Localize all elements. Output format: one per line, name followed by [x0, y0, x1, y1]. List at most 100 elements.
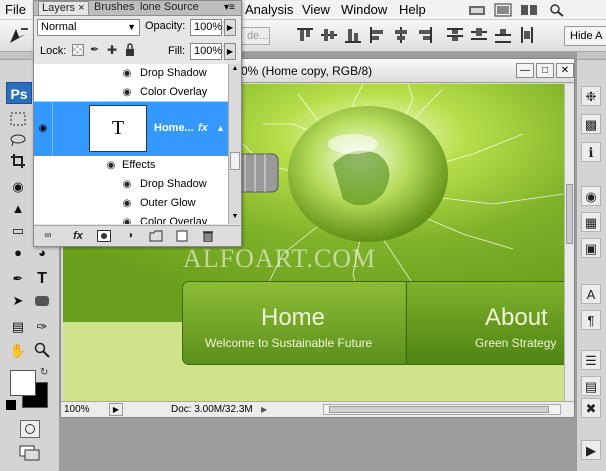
play-icon[interactable]: ▶ [581, 440, 601, 460]
swap-colors-icon[interactable]: ↻ [40, 367, 52, 379]
visibility-eye-icon[interactable]: ◉ [104, 156, 118, 175]
scroll-down-icon[interactable]: ▼ [230, 212, 240, 222]
blur-tool-icon[interactable]: ● [8, 244, 28, 262]
info-icon[interactable]: ℹ [581, 142, 601, 162]
add-style-icon[interactable]: fx [70, 229, 86, 243]
fx-icon[interactable]: fx [198, 119, 208, 138]
character-icon[interactable]: A [581, 284, 601, 304]
screen-mode-toggle-icon[interactable] [18, 444, 42, 462]
align-left-icon[interactable] [368, 26, 386, 44]
actions-icon[interactable]: ☰ [581, 350, 601, 370]
align-bottom-icon[interactable] [344, 26, 362, 44]
vertical-scroll-thumb[interactable] [566, 184, 573, 244]
tab-close-icon[interactable]: × [78, 2, 84, 14]
layer-effect-row[interactable]: ◉ Outer Glow [34, 194, 228, 213]
swatches-icon[interactable]: ▦ [581, 212, 601, 232]
horizontal-scroll-thumb[interactable] [329, 406, 549, 413]
stamp-tool-icon[interactable]: ▲ [8, 200, 28, 218]
visibility-eye-icon[interactable]: ◉ [36, 119, 50, 138]
nav-about-title[interactable]: About [485, 304, 548, 332]
scroll-up-icon[interactable]: ▲ [230, 64, 240, 74]
lock-pixels-icon[interactable]: ✒ [90, 43, 102, 57]
fill-slider-button[interactable]: ▶ [224, 43, 236, 60]
close-button[interactable]: ✕ [556, 63, 574, 78]
crop-tool-icon[interactable] [8, 153, 28, 171]
menu-view[interactable]: View [302, 2, 330, 17]
horizontal-scrollbar[interactable] [323, 404, 561, 415]
delete-layer-icon[interactable] [200, 229, 216, 243]
new-group-icon[interactable] [148, 229, 164, 243]
layer-effect-row[interactable]: ◉ Drop Shadow [34, 64, 228, 83]
menu-help[interactable]: Help [399, 2, 426, 17]
path-selection-icon[interactable]: ➤ [8, 292, 28, 310]
history-icon[interactable]: ▤ [581, 376, 601, 396]
opacity-slider-button[interactable]: ▶ [224, 19, 236, 36]
layers-scroll-thumb[interactable] [230, 152, 240, 170]
layer-name[interactable]: Home... [154, 119, 194, 138]
navigator-icon[interactable]: ❉ [581, 86, 601, 106]
distribute-center-icon[interactable] [470, 26, 488, 44]
status-menu-icon[interactable]: ▶ [109, 403, 123, 416]
align-top-icon[interactable] [296, 26, 314, 44]
adjustment-layer-icon[interactable]: ◑ [122, 229, 138, 243]
type-tool-icon[interactable]: T [32, 270, 52, 288]
shape-tool-icon[interactable] [32, 292, 52, 310]
new-layer-icon[interactable] [174, 229, 190, 243]
fill-input[interactable]: 100% [190, 43, 222, 60]
hide-all-button[interactable]: Hide A [564, 26, 606, 46]
distribute-horizontal-icon[interactable] [518, 26, 536, 44]
layer-effect-row[interactable]: ◉ Drop Shadow [34, 175, 228, 194]
eyedropper-tool-icon[interactable]: ✑ [32, 318, 52, 336]
arrange-icon[interactable] [520, 3, 538, 17]
layer-row-selected[interactable]: ◉ T Home... fx ▲ [34, 102, 228, 156]
menu-file[interactable]: File [5, 2, 26, 17]
paragraph-icon[interactable]: ¶ [581, 310, 601, 330]
default-colors-icon[interactable] [6, 400, 16, 410]
visibility-eye-icon[interactable]: ◉ [120, 175, 134, 194]
lock-position-icon[interactable]: ✚ [107, 43, 119, 57]
blend-mode-select[interactable]: Normal ▼ [37, 19, 140, 36]
status-arrow-icon[interactable]: ▶ [261, 403, 271, 416]
notes-tool-icon[interactable]: ▤ [8, 318, 28, 336]
lasso-tool-icon[interactable] [8, 131, 28, 149]
zoom-tool-icon[interactable] [32, 342, 52, 360]
link-layers-icon[interactable]: ∞ [40, 229, 56, 243]
pen-tool-icon[interactable]: ✒ [8, 270, 28, 288]
hand-tool-icon[interactable]: ✋ [8, 342, 28, 360]
styles-icon[interactable]: ▣ [581, 238, 601, 258]
tab-layers[interactable]: Layers × [38, 1, 89, 15]
lock-transparency-icon[interactable] [72, 44, 84, 56]
visibility-eye-icon[interactable]: ◉ [120, 213, 134, 224]
panel-menu-icon[interactable]: ▾≡ [224, 2, 235, 13]
align-hcenter-icon[interactable] [392, 26, 410, 44]
maximize-button[interactable]: □ [536, 63, 554, 78]
expand-effects-icon[interactable]: ▲ [216, 119, 225, 138]
eraser-tool-icon[interactable]: ▭ [8, 222, 28, 240]
layers-scrollbar[interactable]: ▲ ▼ [228, 64, 241, 224]
effects-group-row[interactable]: ◉ Effects [34, 156, 228, 175]
visibility-eye-icon[interactable]: ◉ [120, 64, 134, 83]
align-vcenter-icon[interactable] [320, 26, 338, 44]
zoom-level-icon[interactable] [548, 3, 566, 17]
vertical-scrollbar[interactable] [564, 84, 574, 401]
menu-analysis[interactable]: Analysis [245, 2, 293, 17]
add-mask-icon[interactable] [96, 229, 112, 243]
menu-window[interactable]: Window [341, 2, 387, 17]
dock-grip[interactable] [577, 52, 606, 60]
marquee-tool-icon[interactable] [8, 110, 28, 128]
foreground-color-swatch[interactable] [10, 370, 36, 396]
histogram-icon[interactable]: ▩ [581, 114, 601, 134]
lock-all-icon[interactable] [124, 43, 136, 57]
layer-effect-row[interactable]: ◉ Color Overlay [34, 213, 228, 224]
zoom-level[interactable]: 100% [64, 404, 90, 415]
tool-presets-icon[interactable]: ✖ [581, 398, 601, 418]
quick-mask-icon[interactable] [20, 420, 40, 438]
distribute-bottom-icon[interactable] [494, 26, 512, 44]
layer-effect-row[interactable]: ◉ Color Overlay [34, 83, 228, 102]
bridge-icon[interactable] [468, 3, 486, 17]
distribute-top-icon[interactable] [446, 26, 464, 44]
align-right-icon[interactable] [416, 26, 434, 44]
screen-mode-icon[interactable] [494, 3, 512, 17]
visibility-eye-icon[interactable]: ◉ [120, 194, 134, 213]
tab-brushes[interactable]: Brushes [91, 1, 137, 15]
